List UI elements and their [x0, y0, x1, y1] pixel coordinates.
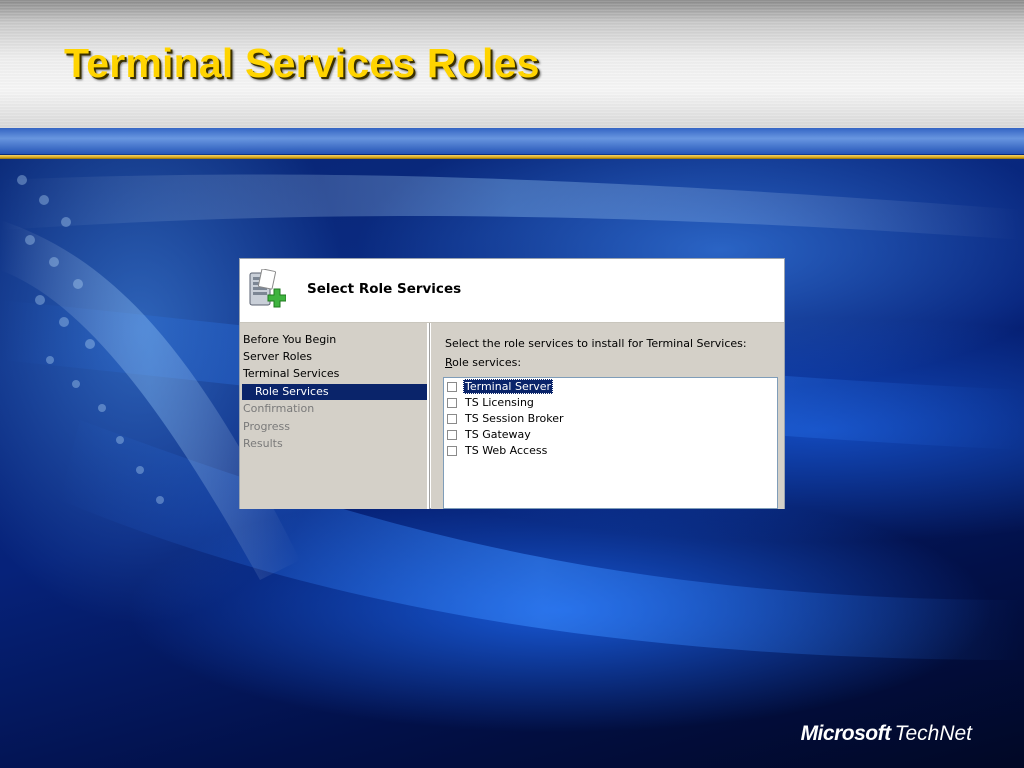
role-label[interactable]: TS Session Broker — [463, 411, 566, 426]
nav-item-progress: Progress — [243, 420, 290, 433]
instruction-text: Select the role services to install for … — [445, 337, 747, 350]
nav-item-results: Results — [243, 437, 283, 450]
role-services-label: Role services: — [445, 356, 521, 369]
dialog-body: Before You Begin Server Roles Terminal S… — [240, 322, 784, 509]
slide-title: Terminal Services Roles — [64, 40, 540, 86]
role-row-ts-session-broker[interactable]: TS Session Broker — [447, 411, 566, 426]
nav-item-role-services[interactable]: Role Services — [242, 384, 427, 400]
role-services-list[interactable]: Terminal Server TS Licensing TS Session … — [443, 377, 778, 509]
role-label[interactable]: TS Licensing — [463, 395, 536, 410]
header-blue-strip — [0, 128, 1024, 154]
brand-technet: TechNet — [894, 722, 972, 745]
nav-item-before-you-begin[interactable]: Before You Begin — [243, 332, 336, 348]
dialog-header: Select Role Services — [240, 259, 784, 322]
select-role-services-dialog: Select Role Services Before You Begin Se… — [239, 258, 785, 509]
ts-web-access-checkbox[interactable] — [447, 445, 457, 456]
brand-microsoft: Microsoft — [800, 722, 892, 745]
ts-gateway-checkbox[interactable] — [447, 429, 457, 440]
wizard-content-pane: Select the role services to install for … — [431, 323, 784, 509]
ts-licensing-checkbox[interactable] — [447, 397, 457, 408]
slide-background: Terminal Services Roles Select Role Serv… — [0, 0, 1024, 768]
role-label[interactable]: TS Gateway — [463, 427, 533, 442]
role-label[interactable]: Terminal Server — [463, 379, 554, 394]
header-gold-rule — [0, 155, 1024, 159]
microsoft-technet-logo: Microsoft TechNet — [801, 722, 972, 746]
role-row-terminal-server[interactable]: Terminal Server — [447, 379, 554, 394]
server-add-icon — [249, 269, 286, 308]
role-services-label-text: ole services: — [452, 356, 522, 369]
wizard-nav-pane: Before You Begin Server Roles Terminal S… — [240, 323, 429, 509]
role-row-ts-licensing[interactable]: TS Licensing — [447, 395, 536, 410]
role-label[interactable]: TS Web Access — [463, 443, 549, 458]
nav-item-terminal-services[interactable]: Terminal Services — [243, 366, 339, 382]
role-row-ts-gateway[interactable]: TS Gateway — [447, 427, 533, 442]
role-row-ts-web-access[interactable]: TS Web Access — [447, 443, 549, 458]
nav-item-confirmation: Confirmation — [243, 402, 315, 415]
nav-divider — [429, 323, 430, 509]
terminal-server-checkbox[interactable] — [447, 381, 457, 392]
nav-item-server-roles[interactable]: Server Roles — [243, 349, 312, 365]
dialog-title: Select Role Services — [307, 281, 462, 297]
ts-session-broker-checkbox[interactable] — [447, 413, 457, 424]
